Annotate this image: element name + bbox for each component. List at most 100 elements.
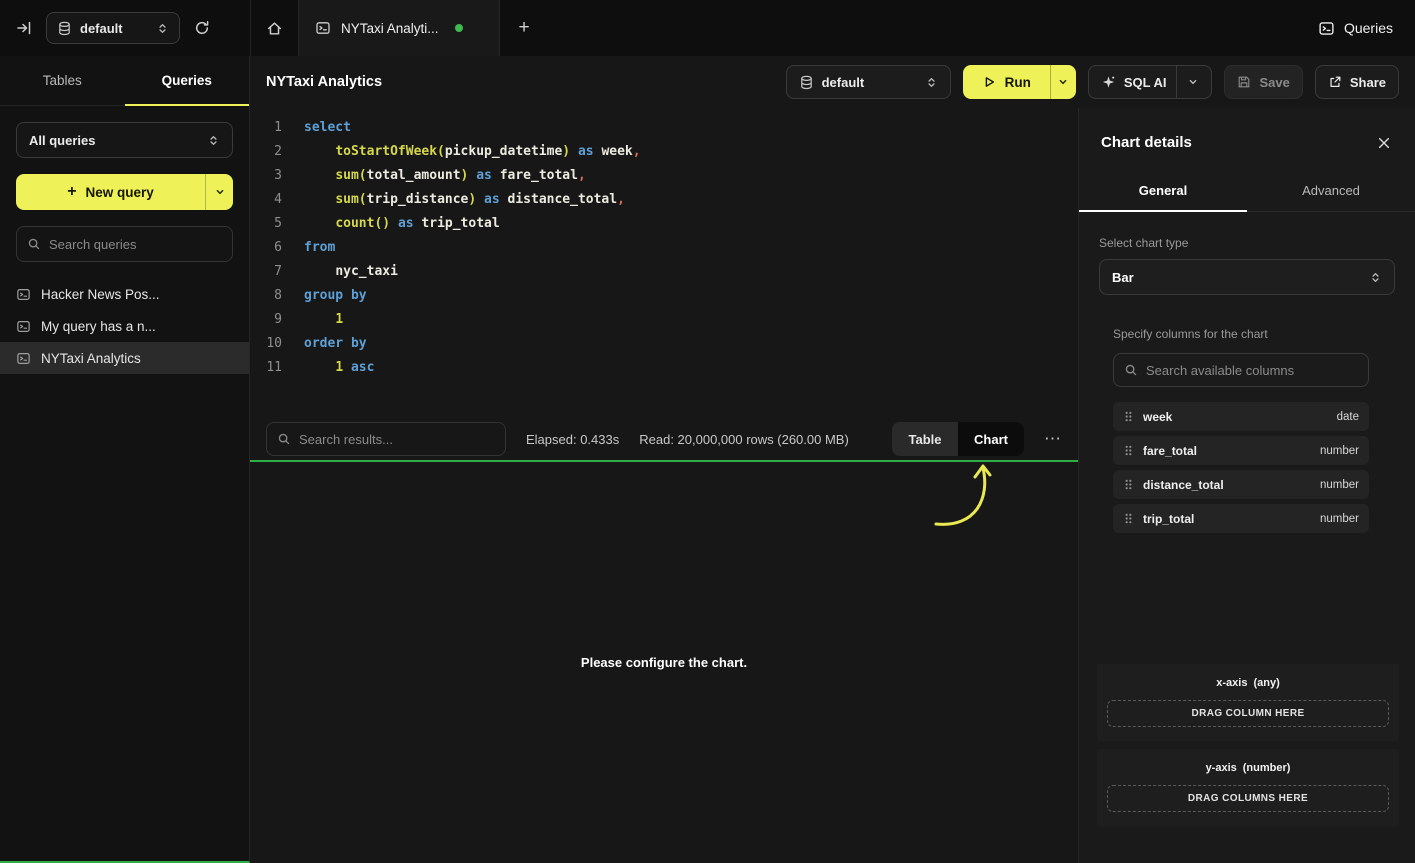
code-line: 7 nyc_taxi <box>250 260 1078 284</box>
tab-general[interactable]: General <box>1079 171 1247 211</box>
view-table-tab[interactable]: Table <box>892 422 958 456</box>
close-icon[interactable] <box>1377 136 1391 150</box>
run-options-caret[interactable] <box>1050 65 1076 99</box>
new-query-main[interactable]: + New query <box>16 174 205 210</box>
chart-type-select[interactable]: Bar <box>1099 259 1395 295</box>
run-database-selector[interactable]: default <box>786 65 951 99</box>
chevron-down-icon[interactable] <box>1187 76 1199 88</box>
view-toggle: Table Chart <box>892 422 1024 456</box>
column-list: week date fare_total number distance_tot… <box>1113 402 1369 533</box>
queries-icon <box>1318 20 1335 37</box>
column-type: number <box>1320 479 1359 491</box>
code-line: 3 sum(total_amount) as fare_total, <box>250 164 1078 188</box>
drag-handle-icon[interactable] <box>1123 512 1134 525</box>
column-row-fare-total[interactable]: fare_total number <box>1113 436 1369 465</box>
code-line: 10order by <box>250 332 1078 356</box>
sidebar: Tables Queries All queries + New query <box>0 56 250 863</box>
tab-tables[interactable]: Tables <box>0 56 125 105</box>
search-results-input[interactable] <box>299 432 495 447</box>
tab-advanced[interactable]: Advanced <box>1247 171 1415 211</box>
column-row-trip-total[interactable]: trip_total number <box>1113 504 1369 533</box>
collapse-sidebar-icon[interactable] <box>16 20 32 36</box>
chart-details-tabs: General Advanced <box>1079 171 1415 212</box>
refresh-icon[interactable] <box>194 20 210 36</box>
new-query-label: New query <box>86 185 154 200</box>
drag-handle-icon[interactable] <box>1123 444 1134 457</box>
chart-area: Please configure the chart. <box>250 460 1078 863</box>
sql-ai-button[interactable]: SQL AI <box>1088 65 1213 99</box>
y-axis-type: (number) <box>1243 762 1291 774</box>
sidebar-tabs: Tables Queries <box>0 56 249 106</box>
queries-button[interactable]: Queries <box>1296 0 1415 56</box>
chevron-updown-icon <box>1369 271 1382 284</box>
top-bar: default NYTaxi Analyti... <box>0 0 1415 56</box>
more-options-icon[interactable]: ⋯ <box>1044 429 1062 449</box>
new-query-button[interactable]: + New query <box>16 174 233 210</box>
plus-icon: + <box>67 183 76 201</box>
database-selector-value: default <box>80 21 148 36</box>
query-list-item-selected[interactable]: NYTaxi Analytics <box>0 342 249 374</box>
tab-queries[interactable]: Queries <box>125 56 250 105</box>
column-row-distance-total[interactable]: distance_total number <box>1113 470 1369 499</box>
line-number: 9 <box>250 308 282 332</box>
search-queries-input[interactable] <box>49 237 222 252</box>
share-button-label: Share <box>1350 75 1386 90</box>
code-line: 8group by <box>250 284 1078 308</box>
x-axis-label: x-axis <box>1216 677 1247 689</box>
chart-type-value: Bar <box>1112 270 1134 285</box>
results-toolbar: Elapsed: 0.433s Read: 20,000,000 rows (2… <box>250 418 1078 460</box>
elapsed-time: Elapsed: 0.433s <box>526 432 619 447</box>
app-window: default NYTaxi Analyti... <box>0 0 1415 863</box>
search-columns-input[interactable] <box>1146 363 1358 378</box>
chevron-updown-icon <box>207 134 220 147</box>
tab-nytaxi-analytics[interactable]: NYTaxi Analyti... <box>298 0 500 56</box>
save-button[interactable]: Save <box>1224 65 1302 99</box>
run-button-label: Run <box>1005 75 1031 90</box>
divider <box>1176 66 1177 98</box>
query-icon <box>16 287 31 302</box>
query-tab-icon <box>315 20 331 36</box>
annotation-arrow <box>932 456 1002 539</box>
database-selector[interactable]: default <box>46 12 180 44</box>
x-axis-card: x-axis (any) DRAG COLUMN HERE <box>1097 664 1399 741</box>
query-icon <box>16 319 31 334</box>
line-number: 10 <box>250 332 282 356</box>
line-number: 4 <box>250 188 282 212</box>
drag-handle-icon[interactable] <box>1123 478 1134 491</box>
code-line: 2 toStartOfWeek(pickup_datetime) as week… <box>250 140 1078 164</box>
chart-details-header: Chart details <box>1079 108 1415 171</box>
search-icon <box>1124 363 1138 377</box>
query-filter-select[interactable]: All queries <box>16 122 233 158</box>
queries-button-label: Queries <box>1344 20 1393 36</box>
columns-label: Specify columns for the chart <box>1113 327 1369 341</box>
tab-home[interactable] <box>251 0 298 56</box>
query-list-item[interactable]: Hacker News Pos... <box>0 278 249 310</box>
sql-ai-label: SQL AI <box>1124 75 1167 90</box>
line-number: 2 <box>250 140 282 164</box>
run-button[interactable]: Run <box>963 65 1050 99</box>
column-row-week[interactable]: week date <box>1113 402 1369 431</box>
share-button[interactable]: Share <box>1315 65 1399 99</box>
code-line: 6from <box>250 236 1078 260</box>
code-line: 1select <box>250 116 1078 140</box>
save-button-label: Save <box>1259 75 1289 90</box>
x-axis-type: (any) <box>1253 677 1279 689</box>
code-line: 9 1 <box>250 308 1078 332</box>
y-axis-header: y-axis (number) <box>1107 762 1389 774</box>
x-axis-dropzone[interactable]: DRAG COLUMN HERE <box>1107 700 1389 727</box>
chart-details-panel: Chart details General Advanced Select ch… <box>1078 108 1415 863</box>
new-query-caret[interactable] <box>205 174 233 210</box>
drag-handle-icon[interactable] <box>1123 410 1134 423</box>
view-chart-tab[interactable]: Chart <box>958 422 1024 456</box>
plus-icon: + <box>518 17 529 39</box>
sql-editor[interactable]: 1select2 toStartOfWeek(pickup_datetime) … <box>250 108 1078 418</box>
chart-placeholder-text: Please configure the chart. <box>581 655 747 670</box>
y-axis-dropzone[interactable]: DRAG COLUMNS HERE <box>1107 785 1389 812</box>
tab-strip: NYTaxi Analyti... + Queries <box>250 0 1415 56</box>
new-tab-button[interactable]: + <box>500 0 548 56</box>
line-number: 11 <box>250 356 282 380</box>
y-axis-label: y-axis <box>1206 762 1237 774</box>
query-list-item[interactable]: My query has a n... <box>0 310 249 342</box>
code-lines: 1select2 toStartOfWeek(pickup_datetime) … <box>250 116 1078 380</box>
rows-read: Read: 20,000,000 rows (260.00 MB) <box>639 432 849 447</box>
